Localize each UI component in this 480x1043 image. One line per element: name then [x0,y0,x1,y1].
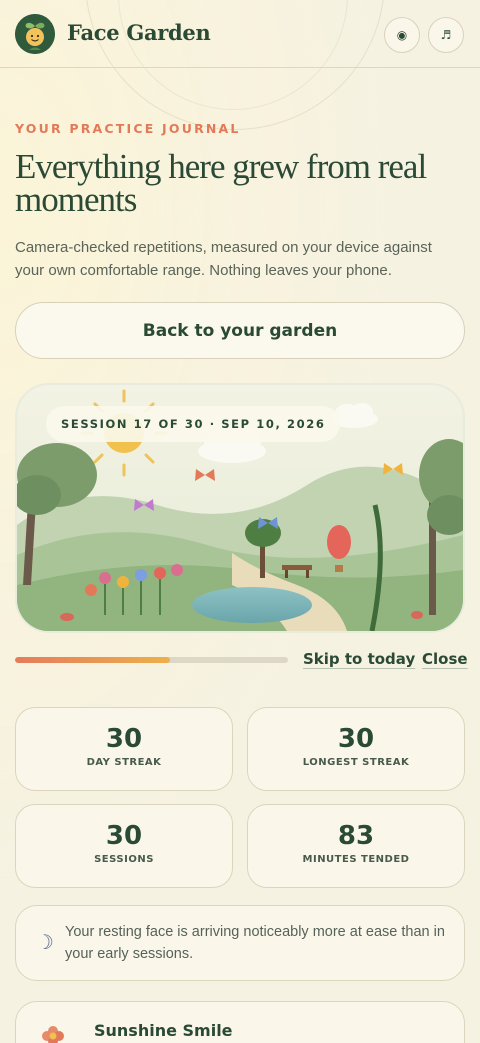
stat-value: 30 [105,724,143,754]
skip-to-today-link[interactable]: Skip to today [303,650,415,668]
stat-value: 30 [105,821,143,851]
music-note-icon: ♬ [440,28,452,42]
exercise-card-sunshine-smile[interactable]: Sunshine Smile [15,1001,465,1043]
stat-day-streak: 30 DAY STREAK [15,707,233,791]
moon-icon: ☽ [36,930,54,954]
record-button[interactable]: ◉ [384,17,420,53]
stat-value: 83 [337,821,375,851]
flower-icon [42,1026,64,1043]
insight-card: ☽ Your resting face is arriving noticeab… [15,905,465,981]
exercise-title: Sunshine Smile [94,1021,233,1040]
stat-label: MINUTES TENDED [302,854,410,865]
record-icon: ◉ [396,28,408,42]
stat-label: SESSIONS [94,854,154,865]
session-label: SESSION 17 OF 30 · SEP 10, 2026 [46,406,341,442]
close-link[interactable]: Close [422,650,468,668]
app-header: Face Garden ◉ ♬ [0,0,480,68]
session-progress-fill [15,657,170,663]
music-button[interactable]: ♬ [428,17,464,53]
back-to-garden-button[interactable]: Back to your garden [15,302,465,359]
logo-icon [15,14,55,54]
stat-minutes-tended: 83 MINUTES TENDED [247,804,465,888]
stat-longest-streak: 30 LONGEST STREAK [247,707,465,791]
section-eyebrow: YOUR PRACTICE JOURNAL [15,121,241,136]
page-title: Everything here grew from real moments [15,147,427,219]
insight-text: Your resting face is arriving noticeably… [65,924,445,962]
garden-scene: SESSION 17 OF 30 · SEP 10, 2026 [15,383,465,633]
stat-label: DAY STREAK [86,757,162,768]
stat-label: LONGEST STREAK [302,757,410,768]
brand-name: Face Garden [67,20,211,45]
stat-sessions: 30 SESSIONS [15,804,233,888]
stat-value: 30 [337,724,375,754]
intro-text: Camera-checked repetitions, measured on … [15,239,432,279]
session-progress-bar[interactable] [15,657,288,663]
